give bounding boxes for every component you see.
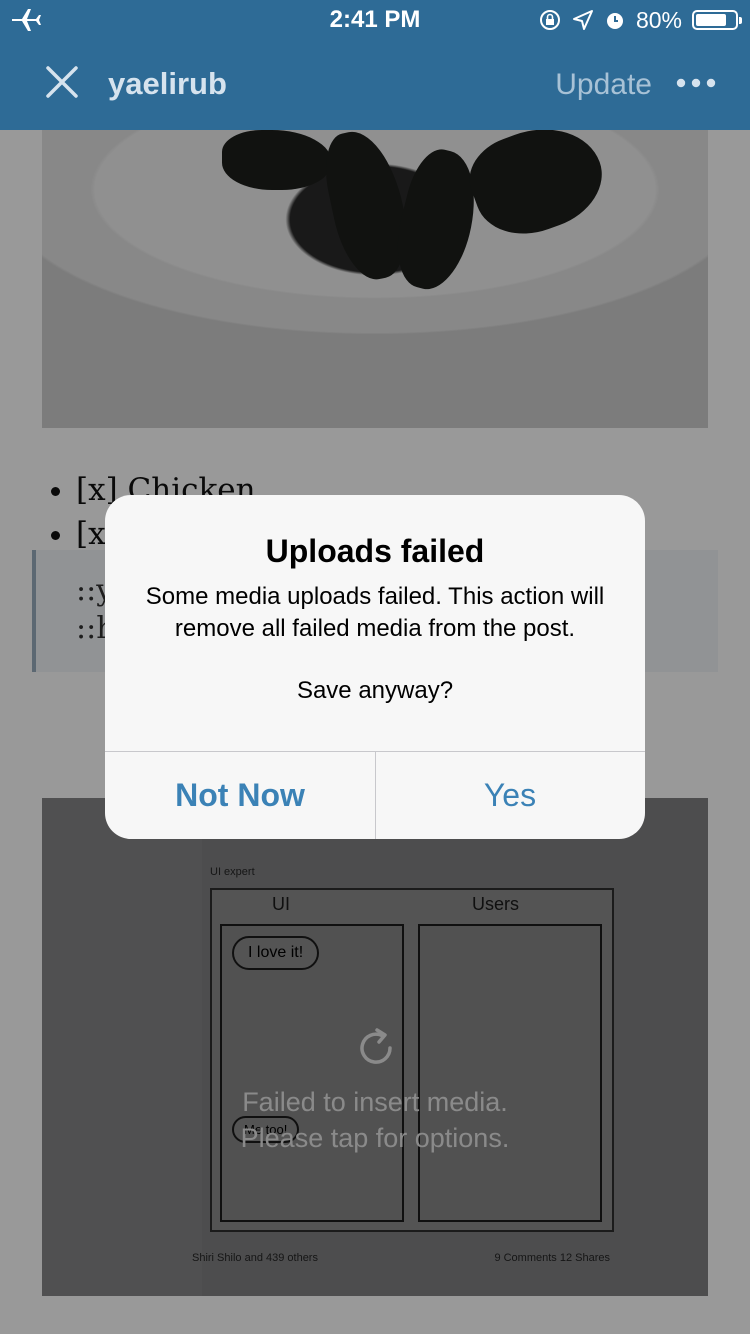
rotation-lock-icon [539, 10, 560, 30]
yes-button[interactable]: Yes [375, 751, 645, 839]
more-icon[interactable] [676, 78, 716, 88]
nav-title: yaelirub [108, 66, 227, 101]
top-bar: 2:41 PM 80% yaelirub Update [0, 0, 750, 130]
alert-message: Some media uploads failed. This action w… [145, 583, 605, 642]
uploads-failed-alert: Uploads failed Some media uploads failed… [105, 495, 645, 839]
location-icon [572, 10, 593, 30]
alert-title: Uploads failed [265, 533, 485, 569]
status-bar: 2:41 PM 80% [0, 0, 750, 40]
battery-fill [696, 14, 727, 26]
battery-percent: 80% [635, 6, 682, 33]
alert-question: Save anyway? [296, 677, 454, 704]
not-now-button[interactable]: Not Now [105, 751, 375, 839]
update-button[interactable]: Update [555, 68, 652, 102]
alarm-icon [606, 13, 623, 29]
close-icon[interactable] [42, 62, 82, 102]
status-right: 80% [538, 6, 742, 34]
battery-icon [692, 10, 742, 30]
nav-bar: yaelirub Update [0, 40, 750, 130]
